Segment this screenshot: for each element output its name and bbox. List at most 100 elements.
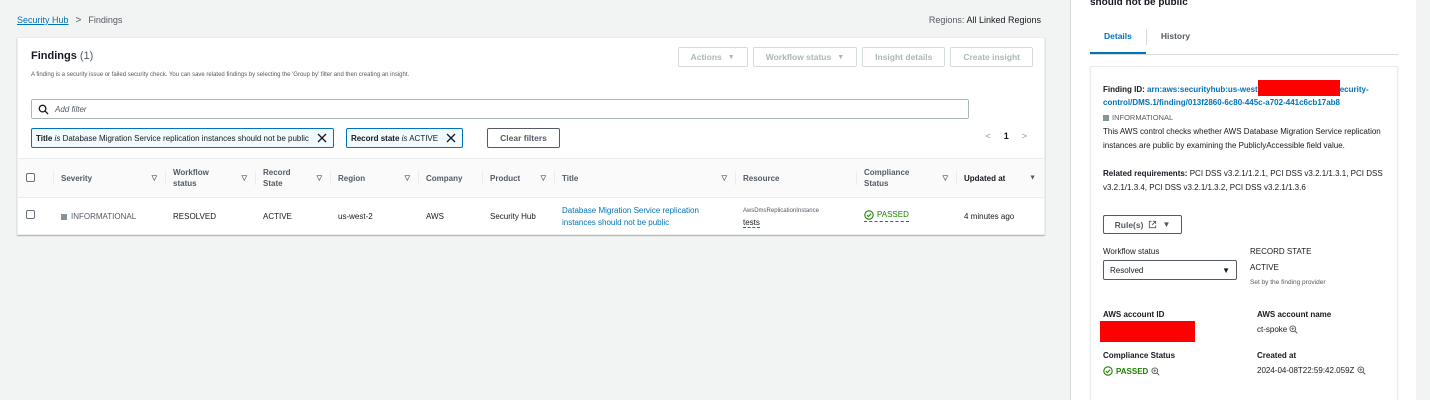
compliance-cell: PASSED xyxy=(856,198,956,236)
col-severity[interactable]: Severity ▽ xyxy=(53,159,165,198)
col-label: Region xyxy=(338,173,366,183)
token-op: is xyxy=(54,133,61,143)
filter-input[interactable]: Add filter xyxy=(31,99,969,119)
requirements-label: Related requirements: xyxy=(1103,169,1188,178)
col-region[interactable]: Region ▽ xyxy=(330,159,418,198)
workflow-status-label: Workflow status xyxy=(1103,247,1160,256)
col-resource: Resource xyxy=(735,159,856,198)
zoom-in-icon[interactable] xyxy=(1151,366,1160,376)
row-select-cell xyxy=(18,198,53,236)
resource-value[interactable]: tests xyxy=(743,217,760,228)
compliance-status: PASSED xyxy=(1103,366,1160,376)
create-insight-button-label: Create insight xyxy=(963,52,1020,62)
severity-square-icon xyxy=(1103,114,1109,121)
compliance-value: PASSED xyxy=(877,210,909,220)
detail-tabs: Details History xyxy=(1090,27,1398,55)
severity-value: INFORMATIONAL xyxy=(71,211,137,221)
sort-icon: ▽ xyxy=(404,175,410,182)
sort-icon: ▽ xyxy=(316,175,322,182)
account-name-value: ct-spoke xyxy=(1257,325,1288,334)
sort-icon: ▽ xyxy=(151,175,157,182)
current-page[interactable]: 1 xyxy=(1004,131,1009,141)
col-company: Company xyxy=(418,159,482,198)
compliance-passed[interactable]: PASSED xyxy=(864,209,909,223)
create-insight-button[interactable]: Create insight xyxy=(950,47,1033,67)
token-key: Record state xyxy=(350,133,400,143)
table-row[interactable]: INFORMATIONAL RESOLVED ACTIVE us-west-2 … xyxy=(18,198,1044,236)
severity-label: INFORMATIONAL xyxy=(1103,113,1173,122)
row-checkbox[interactable] xyxy=(26,210,35,220)
caret-down-icon: ▼ xyxy=(837,53,845,61)
detail-title: should not be public xyxy=(1090,0,1188,8)
severity-square-icon xyxy=(61,213,67,220)
col-title[interactable]: Title ▽ xyxy=(554,159,735,198)
token-value: Database Migration Service replication i… xyxy=(62,133,309,143)
insight-details-button-label: Insight details xyxy=(875,52,933,62)
workflow-status-button-label: Workflow status xyxy=(765,52,832,62)
compliance-status-value: PASSED xyxy=(1116,366,1149,376)
tab-history[interactable]: History xyxy=(1147,27,1204,54)
created-at: 2024-04-08T22:59:42.059Z xyxy=(1257,366,1366,375)
resource-type: AwsDmsReplicationInstance xyxy=(743,207,819,214)
actions-button-label: Actions xyxy=(690,52,722,62)
col-label: Product xyxy=(490,173,521,183)
caret-down-icon: ▼ xyxy=(1222,265,1230,275)
insight-details-button[interactable]: Insight details xyxy=(862,47,946,67)
regions-value: All Linked Regions xyxy=(966,15,1041,25)
sort-icon: ▼ xyxy=(1029,174,1036,182)
finding-title-link[interactable]: Database Migration Service replication i… xyxy=(562,206,699,227)
prev-page-button[interactable]: < xyxy=(985,131,990,141)
caret-down-icon: ▼ xyxy=(727,53,735,61)
table-header-row: Severity ▽ Workflow status ▽ Record State ▽… xyxy=(18,158,1044,198)
product-cell: Security Hub xyxy=(490,211,536,221)
tab-details[interactable]: Details xyxy=(1090,27,1146,54)
token-title-text: Title is Database Migration Service repl… xyxy=(36,134,309,143)
actions-button[interactable]: Actions ▼ xyxy=(677,47,748,67)
select-all-checkbox[interactable] xyxy=(26,172,35,182)
finding-id-label: Finding ID: xyxy=(1103,85,1145,94)
redaction-bar xyxy=(1257,80,1340,96)
filter-tokens: Title is Database Migration Service repl… xyxy=(31,128,560,148)
resource-cell: AwsDmsReplicationInstance tests xyxy=(735,198,856,236)
clear-filters-button[interactable]: Clear filters xyxy=(487,128,560,148)
col-label: Title xyxy=(562,173,579,183)
check-circle-icon xyxy=(864,210,874,220)
col-workflow-status[interactable]: Workflow status ▽ xyxy=(165,159,255,198)
account-id-redaction xyxy=(1100,321,1195,342)
region-cell: us-west-2 xyxy=(338,211,373,221)
col-updated-at[interactable]: Updated at ▼ xyxy=(956,159,1044,198)
filter-token-record-state: Record state is ACTIVE xyxy=(345,128,464,148)
col-product[interactable]: Product ▽ xyxy=(482,159,554,198)
account-id-label: AWS account ID xyxy=(1103,310,1165,319)
rules-button[interactable]: Rule(s) ▼ xyxy=(1103,215,1182,234)
zoom-in-icon[interactable] xyxy=(1289,325,1299,334)
next-page-button[interactable]: > xyxy=(1022,131,1027,141)
col-label: Workflow status xyxy=(173,168,209,188)
workflow-status-select[interactable]: Resolved ▼ xyxy=(1103,260,1237,280)
findings-table: Severity ▽ Workflow status ▽ Record State ▽… xyxy=(18,158,1044,236)
details-card: Finding ID: arn:aws:securityhub:us-west e… xyxy=(1090,66,1398,400)
findings-count: (1) xyxy=(79,50,94,62)
sort-icon: ▽ xyxy=(540,175,546,182)
record-state-cell: ACTIVE xyxy=(263,211,292,221)
col-label: Record State xyxy=(263,168,291,188)
external-link-icon xyxy=(1149,220,1157,229)
col-record-state[interactable]: Record State ▽ xyxy=(255,159,330,198)
sort-icon: ▽ xyxy=(942,175,948,182)
account-name-label: AWS account name xyxy=(1257,310,1332,319)
workflow-status-button[interactable]: Workflow status ▼ xyxy=(752,47,858,67)
breadcrumb-current: Findings xyxy=(88,15,123,25)
close-icon[interactable] xyxy=(446,133,456,143)
close-icon[interactable] xyxy=(317,133,327,143)
updated-cell: 4 minutes ago xyxy=(964,211,1015,221)
breadcrumb-security-hub[interactable]: Security Hub xyxy=(17,15,69,25)
workflow-status-value: Resolved xyxy=(1110,265,1144,275)
compliance-status-label: Compliance Status xyxy=(1103,351,1176,360)
rules-button-label: Rule(s) xyxy=(1114,219,1144,230)
zoom-in-icon[interactable] xyxy=(1357,366,1366,375)
filter-placeholder: Add filter xyxy=(55,104,87,114)
title-cell: Database Migration Service replication i… xyxy=(554,198,735,236)
breadcrumb-separator: > xyxy=(75,14,82,26)
findings-panel: Findings (1) A finding is a security iss… xyxy=(17,37,1045,235)
col-compliance-status[interactable]: Compliance Status ▽ xyxy=(856,159,956,198)
